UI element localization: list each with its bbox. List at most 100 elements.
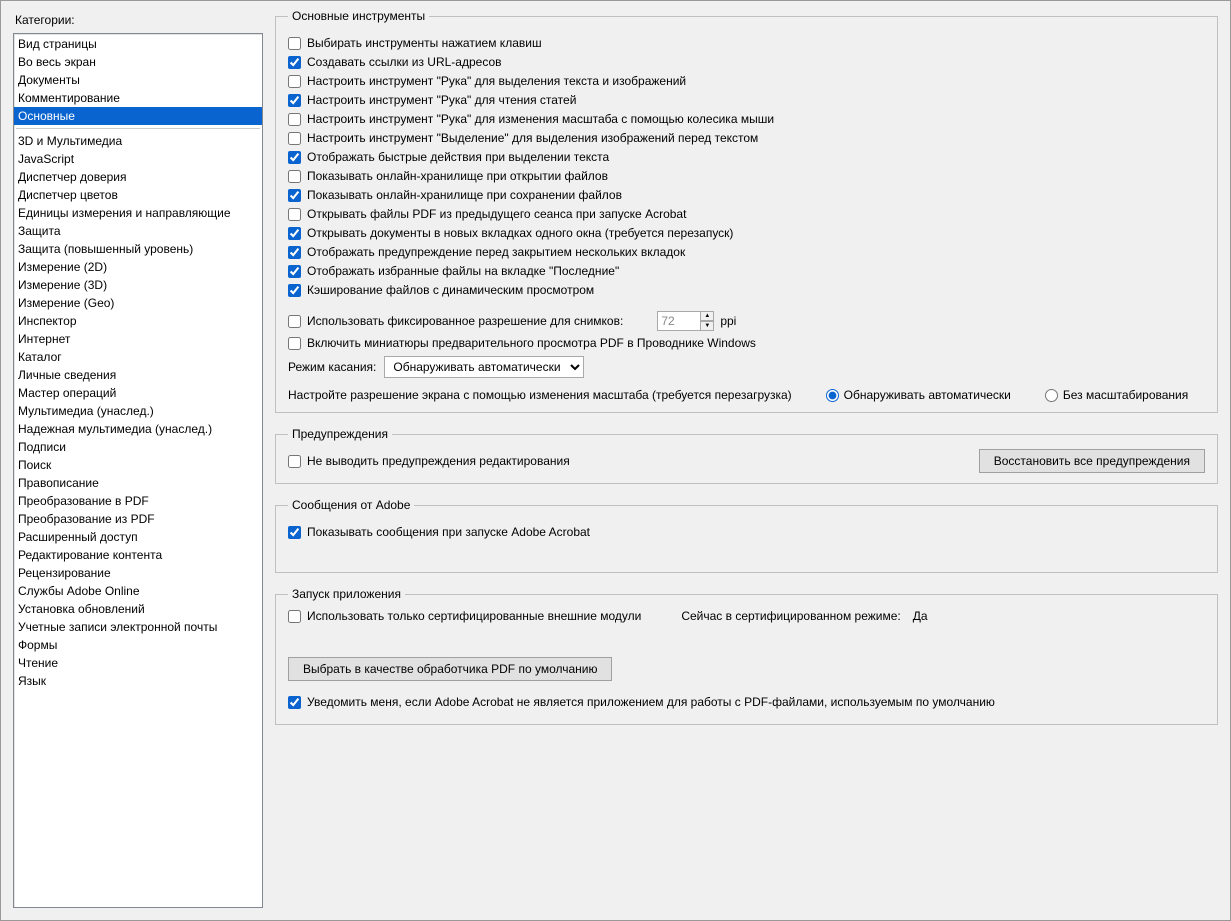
suppress-warnings-label: Не выводить предупреждения редактировани…: [307, 454, 570, 468]
category-item[interactable]: Преобразование из PDF: [14, 510, 262, 528]
category-item[interactable]: Учетные записи электронной почты: [14, 618, 262, 636]
tool-option-row: Настроить инструмент "Рука" для изменени…: [288, 112, 1205, 126]
tool-option-checkbox[interactable]: [288, 246, 301, 259]
category-item[interactable]: Мультимедиа (унаслед.): [14, 402, 262, 420]
category-item[interactable]: Установка обновлений: [14, 600, 262, 618]
tool-option-label: Отображать избранные файлы на вкладке "П…: [307, 264, 619, 278]
category-item[interactable]: Редактирование контента: [14, 546, 262, 564]
tool-option-row: Выбирать инструменты нажатием клавиш: [288, 36, 1205, 50]
fixed-resolution-checkbox[interactable]: [288, 315, 301, 328]
touch-mode-select[interactable]: Обнаруживать автоматически: [384, 356, 584, 378]
tool-option-row: Настроить инструмент "Рука" для чтения с…: [288, 93, 1205, 107]
category-item[interactable]: Каталог: [14, 348, 262, 366]
category-item[interactable]: Надежная мультимедиа (унаслед.): [14, 420, 262, 438]
spinner-up[interactable]: ▲: [700, 311, 714, 321]
category-item[interactable]: Интернет: [14, 330, 262, 348]
settings-panel: Основные инструменты Выбирать инструмент…: [275, 9, 1218, 908]
category-item[interactable]: Измерение (3D): [14, 276, 262, 294]
category-item[interactable]: Документы: [14, 71, 262, 89]
group-warnings: Предупреждения Не выводить предупреждени…: [275, 427, 1218, 484]
category-item[interactable]: Защита (повышенный уровень): [14, 240, 262, 258]
tool-option-checkbox[interactable]: [288, 227, 301, 240]
tool-option-label: Кэширование файлов с динамическим просмо…: [307, 283, 594, 297]
category-item[interactable]: Личные сведения: [14, 366, 262, 384]
category-item[interactable]: Во весь экран: [14, 53, 262, 71]
group-main-tools-legend: Основные инструменты: [288, 9, 429, 23]
category-item[interactable]: Основные: [14, 107, 262, 125]
category-item[interactable]: Преобразование в PDF: [14, 492, 262, 510]
category-item[interactable]: Измерение (Geo): [14, 294, 262, 312]
scale-radio-none[interactable]: [1045, 389, 1058, 402]
fixed-resolution-row: Использовать фиксированное разрешение дл…: [288, 311, 1205, 331]
scale-radio-none-label: Без масштабирования: [1063, 388, 1188, 402]
default-handler-button[interactable]: Выбрать в качестве обработчика PDF по ум…: [288, 657, 612, 681]
category-item[interactable]: Комментирование: [14, 89, 262, 107]
fixed-resolution-input[interactable]: [657, 311, 701, 331]
category-item[interactable]: 3D и Мультимедиа: [14, 132, 262, 150]
tool-option-row: Открывать файлы PDF из предыдущего сеанс…: [288, 207, 1205, 221]
tool-option-checkbox[interactable]: [288, 265, 301, 278]
category-item[interactable]: Защита: [14, 222, 262, 240]
category-item[interactable]: Измерение (2D): [14, 258, 262, 276]
category-item[interactable]: Подписи: [14, 438, 262, 456]
tool-option-checkbox[interactable]: [288, 94, 301, 107]
tool-option-row: Показывать онлайн-хранилище при открытии…: [288, 169, 1205, 183]
group-startup: Запуск приложения Использовать только се…: [275, 587, 1218, 725]
tool-option-checkbox[interactable]: [288, 189, 301, 202]
category-item[interactable]: Расширенный доступ: [14, 528, 262, 546]
scale-row: Настройте разрешение экрана с помощью из…: [288, 388, 1205, 402]
reset-warnings-button[interactable]: Восстановить все предупреждения: [979, 449, 1205, 473]
tool-option-row: Настроить инструмент "Выделение" для выд…: [288, 131, 1205, 145]
fixed-resolution-unit: ppi: [720, 314, 736, 328]
category-item[interactable]: Правописание: [14, 474, 262, 492]
tool-option-checkbox[interactable]: [288, 56, 301, 69]
category-item[interactable]: JavaScript: [14, 150, 262, 168]
category-item[interactable]: Диспетчер цветов: [14, 186, 262, 204]
tool-option-label: Настроить инструмент "Рука" для чтения с…: [307, 93, 576, 107]
category-item[interactable]: Единицы измерения и направляющие: [14, 204, 262, 222]
categories-panel: Категории: Вид страницыВо весь экранДоку…: [13, 9, 263, 908]
tool-option-row: Отображать избранные файлы на вкладке "П…: [288, 264, 1205, 278]
tool-option-checkbox[interactable]: [288, 208, 301, 221]
category-item[interactable]: Язык: [14, 672, 262, 690]
scale-radio-auto[interactable]: [826, 389, 839, 402]
spinner-down[interactable]: ▼: [700, 321, 714, 331]
category-item[interactable]: Диспетчер доверия: [14, 168, 262, 186]
scale-label: Настройте разрешение экрана с помощью из…: [288, 388, 792, 402]
scale-radio-auto-label: Обнаруживать автоматически: [844, 388, 1011, 402]
tool-option-checkbox[interactable]: [288, 151, 301, 164]
tool-option-label: Отображать предупреждение перед закрытие…: [307, 245, 685, 259]
tool-option-row: Показывать онлайн-хранилище при сохранен…: [288, 188, 1205, 202]
category-item[interactable]: Мастер операций: [14, 384, 262, 402]
tool-option-checkbox[interactable]: [288, 75, 301, 88]
category-item[interactable]: Службы Adobe Online: [14, 582, 262, 600]
adobe-messages-checkbox[interactable]: [288, 526, 301, 539]
group-startup-legend: Запуск приложения: [288, 587, 405, 601]
tool-option-label: Выбирать инструменты нажатием клавиш: [307, 36, 542, 50]
tool-option-label: Настроить инструмент "Рука" для выделени…: [307, 74, 686, 88]
fixed-resolution-spinner[interactable]: ▲ ▼: [700, 311, 714, 331]
cert-only-checkbox[interactable]: [288, 610, 301, 623]
tool-option-checkbox[interactable]: [288, 113, 301, 126]
win-thumbnails-checkbox[interactable]: [288, 337, 301, 350]
category-item[interactable]: Поиск: [14, 456, 262, 474]
tool-option-checkbox[interactable]: [288, 37, 301, 50]
categories-label: Категории:: [13, 9, 263, 33]
touch-mode-label: Режим касания:: [288, 360, 376, 374]
category-item[interactable]: Рецензирование: [14, 564, 262, 582]
tool-option-row: Кэширование файлов с динамическим просмо…: [288, 283, 1205, 297]
suppress-warnings-checkbox[interactable]: [288, 455, 301, 468]
group-main-tools: Основные инструменты Выбирать инструмент…: [275, 9, 1218, 413]
tool-option-checkbox[interactable]: [288, 170, 301, 183]
categories-listbox[interactable]: Вид страницыВо весь экранДокументыКоммен…: [13, 33, 263, 908]
notify-default-checkbox[interactable]: [288, 696, 301, 709]
category-item[interactable]: Формы: [14, 636, 262, 654]
adobe-messages-label: Показывать сообщения при запуске Adobe A…: [307, 525, 590, 539]
tool-option-checkbox[interactable]: [288, 132, 301, 145]
category-item[interactable]: Вид страницы: [14, 35, 262, 53]
tool-option-row: Отображать предупреждение перед закрытие…: [288, 245, 1205, 259]
preferences-window: Категории: Вид страницыВо весь экранДоку…: [0, 0, 1231, 921]
category-item[interactable]: Инспектор: [14, 312, 262, 330]
tool-option-checkbox[interactable]: [288, 284, 301, 297]
category-item[interactable]: Чтение: [14, 654, 262, 672]
